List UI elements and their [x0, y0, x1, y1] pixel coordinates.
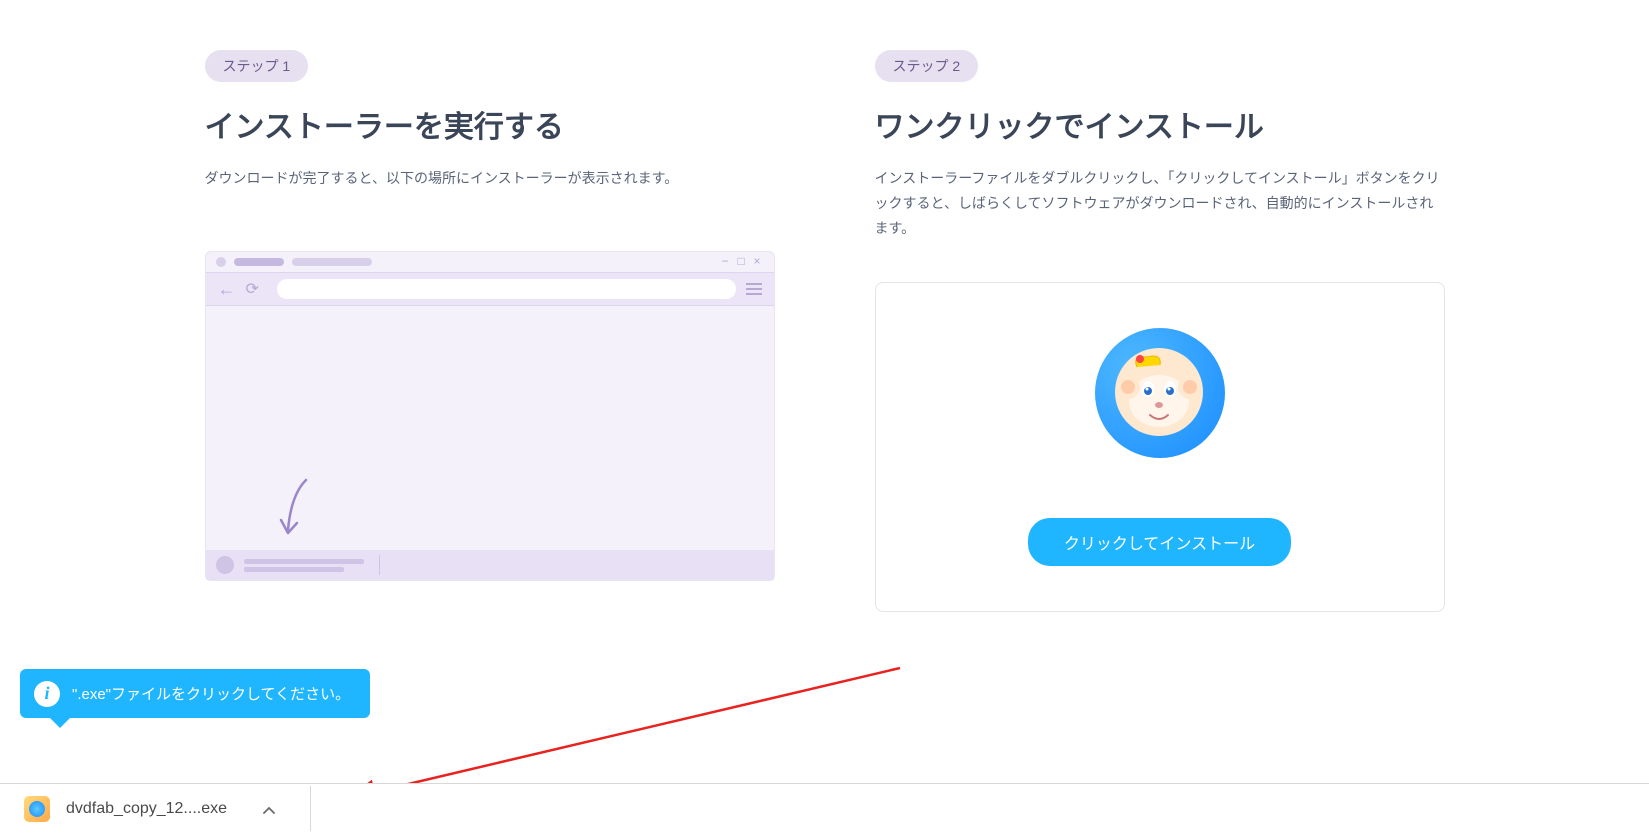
download-shelf: dvdfab_copy_12....exe — [0, 783, 1649, 833]
browser-download-bar — [206, 550, 774, 580]
shelf-divider — [310, 786, 311, 831]
download-file-icon — [216, 556, 234, 574]
step-2-badge: ステップ 2 — [875, 50, 979, 82]
info-icon: i — [34, 681, 60, 707]
address-bar — [277, 279, 736, 299]
filename-placeholder — [244, 559, 364, 564]
chevron-up-icon[interactable] — [243, 801, 275, 817]
step-1-description: ダウンロードが完了すると、以下の場所にインストーラーが表示されます。 — [205, 166, 775, 191]
browser-illustration: − □ × ← ⟳ — [205, 251, 775, 581]
filesize-placeholder — [244, 567, 344, 572]
download-filename: dvdfab_copy_12....exe — [66, 800, 227, 818]
browser-tab-active — [234, 258, 284, 266]
install-illustration: クリックしてインストール — [875, 282, 1445, 612]
step-2: ステップ 2 ワンクリックでインストール インストーラーファイルをダブルクリック… — [875, 50, 1445, 612]
step-1: ステップ 1 インストーラーを実行する ダウンロードが完了すると、以下の場所にイ… — [205, 50, 775, 612]
maximize-icon: □ — [738, 257, 746, 265]
step-2-title: ワンクリックでインストール — [875, 102, 1445, 146]
browser-tab — [292, 258, 372, 266]
back-arrow-icon: ← — [218, 279, 236, 300]
dvdfab-monkey-icon — [1095, 328, 1225, 458]
drawn-arrow-icon — [271, 475, 321, 545]
step-1-title: インストーラーを実行する — [205, 102, 775, 146]
step-1-badge: ステップ 1 — [205, 50, 309, 82]
download-item[interactable]: dvdfab_copy_12....exe — [24, 784, 295, 833]
close-icon: × — [754, 257, 762, 265]
refresh-icon: ⟳ — [246, 279, 259, 299]
minimize-icon: − — [722, 257, 730, 265]
exe-file-icon — [24, 796, 50, 822]
install-button[interactable]: クリックしてインストール — [1028, 518, 1291, 566]
tab-dot-icon — [216, 257, 226, 267]
tooltip-text: ".exe"ファイルをクリックしてください。 — [72, 683, 350, 704]
step-2-description: インストーラーファイルをダブルクリックし、「クリックしてインストール」ボタンをク… — [875, 166, 1445, 242]
hamburger-menu-icon — [746, 283, 762, 295]
tooltip-bubble: i ".exe"ファイルをクリックしてください。 — [20, 669, 370, 718]
